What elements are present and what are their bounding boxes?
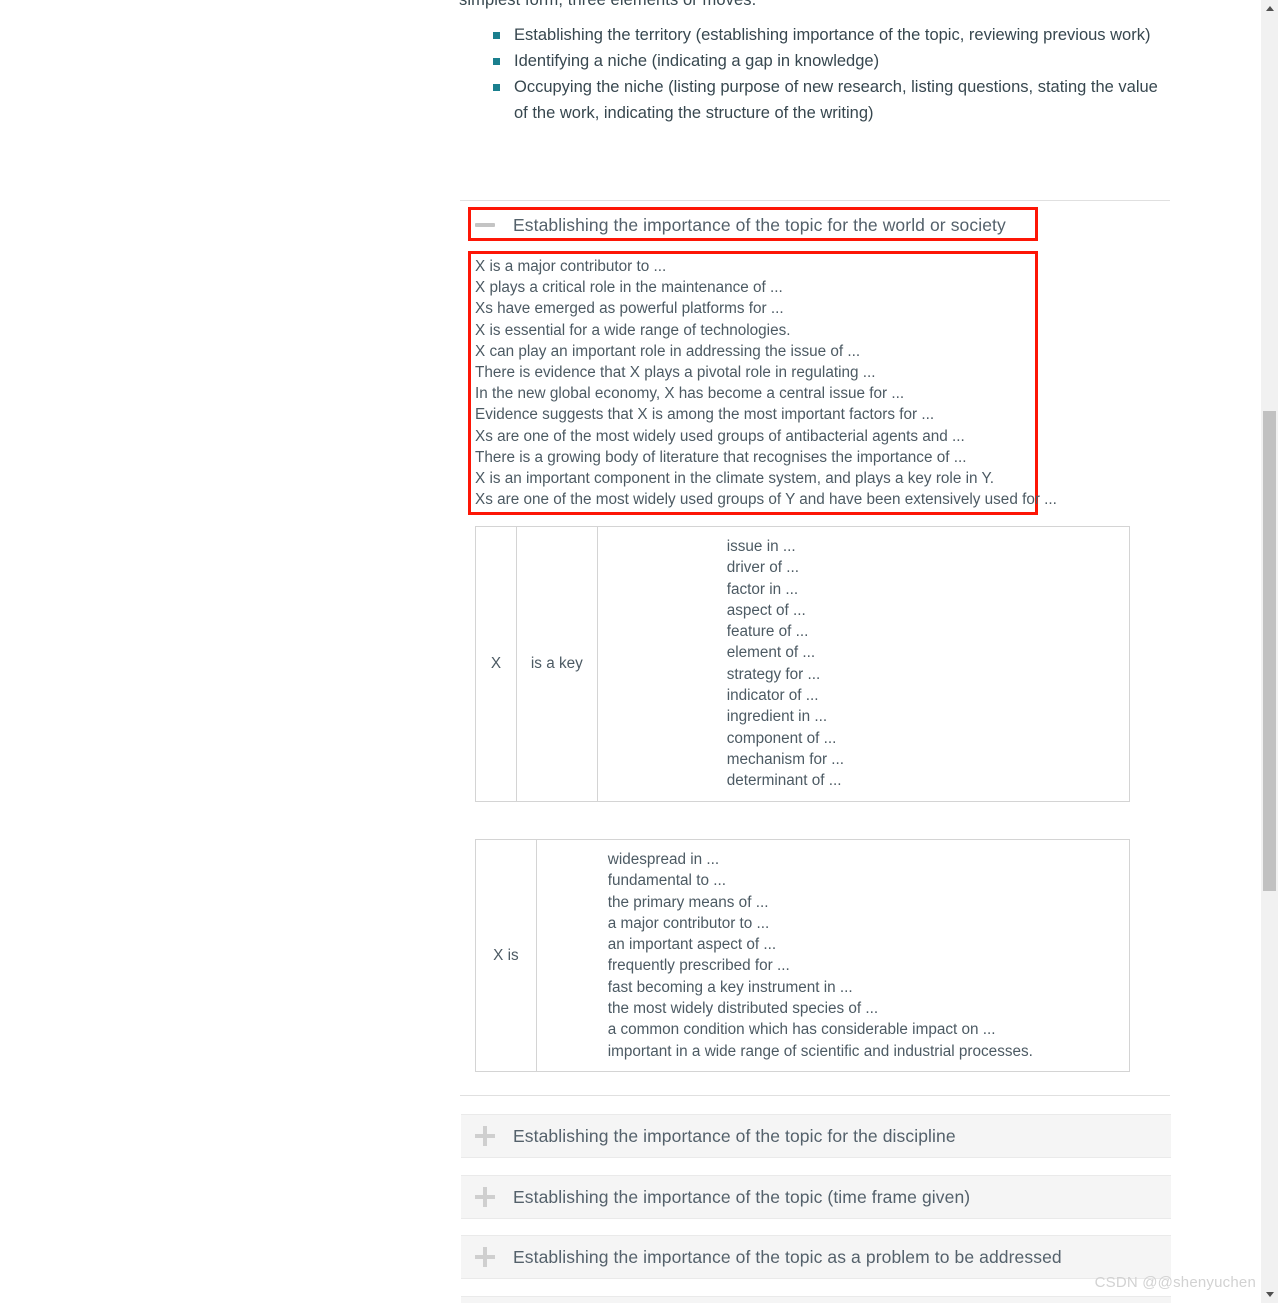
phrase-line: X is essential for a wide range of techn… <box>475 321 791 339</box>
completion-line: driver of ... <box>726 559 799 577</box>
completion-line: strategy for ... <box>726 665 821 683</box>
list-item-label: Occupying the niche (listing purpose of … <box>514 78 1158 122</box>
minus-icon[interactable] <box>475 223 495 227</box>
phrase-line: X can play an important role in addressi… <box>475 342 861 360</box>
completion-line: the primary means of ... <box>607 893 769 911</box>
phrase-line: Xs have emerged as powerful platforms fo… <box>475 300 784 318</box>
section-divider <box>460 1095 1170 1096</box>
table-cell-subject: X is <box>475 839 537 1072</box>
table-row: X is widespread in ... fundamental to ..… <box>475 839 1131 1072</box>
list-item-label: Identifying a niche (indicating a gap in… <box>514 52 880 70</box>
phrase-line: There is evidence that X plays a pivotal… <box>475 364 876 382</box>
watermark-label: CSDN @@shenyuchen <box>1094 1274 1256 1291</box>
square-bullet-icon <box>493 58 500 65</box>
table-cell-subject-text: X <box>490 655 502 673</box>
completion-line: element of ... <box>726 644 816 662</box>
completion-line: aspect of ... <box>726 601 806 619</box>
completion-line: an important aspect of ... <box>607 936 777 954</box>
phrase-line: X plays a critical role in the maintenan… <box>475 279 783 297</box>
accordion-header-time-frame[interactable]: Establishing the importance of the topic… <box>461 1175 1171 1219</box>
plus-icon[interactable] <box>475 1126 495 1146</box>
phrase-line: X is a major contributor to ... <box>475 258 667 275</box>
list-item-label: Establishing the territory (establishing… <box>514 26 1151 44</box>
plus-icon[interactable] <box>475 1247 495 1267</box>
table-row: X is a key issue in ... driver of ... fa… <box>475 526 1131 802</box>
phrase-line: Evidence suggests that X is among the mo… <box>475 406 935 424</box>
intro-bullet-list: Establishing the territory (establishing… <box>459 22 1174 126</box>
completion-line: widespread in ... <box>607 851 720 868</box>
list-item: Establishing the territory (establishing… <box>459 22 1174 48</box>
document-content: simplest form, three elements or moves. … <box>0 0 1258 1303</box>
completion-line: indicator of ... <box>726 687 819 705</box>
phrase-line: In the new global economy, X has become … <box>475 385 905 403</box>
completion-line: fast becoming a key instrument in ... <box>607 978 853 996</box>
completion-line: important in a wide range of scientific … <box>607 1042 1033 1060</box>
page-root: simplest form, three elements or moves. … <box>0 0 1278 1303</box>
accordion-header-problem-to-be-addressed[interactable]: Establishing the importance of the topic… <box>461 1235 1171 1279</box>
square-bullet-icon <box>493 84 500 91</box>
accordion-header-world-or-society[interactable]: Establishing the importance of the topic… <box>461 206 1171 244</box>
completion-stack: widespread in ... fundamental to ... the… <box>537 840 1129 1071</box>
completion-line: the most widely distributed species of .… <box>607 1000 879 1018</box>
table-cell-subject: X <box>475 526 517 802</box>
completion-line: fundamental to ... <box>607 872 726 890</box>
completion-line: ingredient in ... <box>726 708 828 726</box>
phrase-table-x-is: X is widespread in ... fundamental to ..… <box>475 839 1131 1072</box>
list-item: Occupying the niche (listing purpose of … <box>459 74 1174 126</box>
table-cell-subject-text: X is <box>493 946 519 964</box>
accordion-header-next-partial[interactable] <box>461 1296 1171 1303</box>
section-divider <box>460 200 1170 201</box>
accordion-title: Establishing the importance of the topic… <box>513 1246 1062 1267</box>
vertical-scrollbar[interactable] <box>1260 0 1278 1303</box>
table-cell-completions: widespread in ... fundamental to ... the… <box>535 839 1131 1072</box>
phrase-line: There is a growing body of literature th… <box>475 448 967 466</box>
list-item: Identifying a niche (indicating a gap in… <box>459 48 1174 74</box>
accordion-title: Establishing the importance of the topic… <box>513 1186 971 1207</box>
plus-icon[interactable] <box>475 1187 495 1207</box>
completion-line: a major contributor to ... <box>607 914 770 932</box>
cut-off-paragraph: simplest form, three elements or moves. <box>459 0 757 9</box>
phrase-line: X is an important component in the clima… <box>475 470 994 488</box>
completion-line: a common condition which has considerabl… <box>607 1021 996 1039</box>
accordion-title: Establishing the importance of the topic… <box>513 1125 956 1146</box>
accordion-header-discipline[interactable]: Establishing the importance of the topic… <box>461 1114 1171 1158</box>
accordion-title: Establishing the importance of the topic… <box>513 214 1006 235</box>
phrase-table-is-a-key: X is a key issue in ... driver of ... fa… <box>475 526 1131 802</box>
completion-line: feature of ... <box>726 623 809 641</box>
completion-line: component of ... <box>726 729 837 747</box>
table-cell-completions: issue in ... driver of ... factor in ...… <box>596 526 1131 802</box>
completion-line: frequently prescribed for ... <box>607 957 790 975</box>
phrase-list: X is a major contributor to ... X plays … <box>475 256 1057 510</box>
table-cell-verb: is a key <box>515 526 598 802</box>
completion-line: issue in ... <box>726 538 796 555</box>
scroll-down-arrow-icon[interactable] <box>1261 1286 1278 1303</box>
completion-line: factor in ... <box>726 580 799 598</box>
completion-line: determinant of ... <box>726 772 842 790</box>
phrase-line: Xs are one of the most widely used group… <box>475 491 1057 509</box>
completion-stack: issue in ... driver of ... factor in ...… <box>598 527 1129 801</box>
scroll-up-arrow-icon[interactable] <box>1261 0 1278 17</box>
square-bullet-icon <box>493 32 500 39</box>
completion-line: mechanism for ... <box>726 750 845 768</box>
phrase-line: Xs are one of the most widely used group… <box>475 427 965 445</box>
scrollbar-thumb[interactable] <box>1263 411 1276 891</box>
table-cell-verb-text: is a key <box>530 655 583 673</box>
